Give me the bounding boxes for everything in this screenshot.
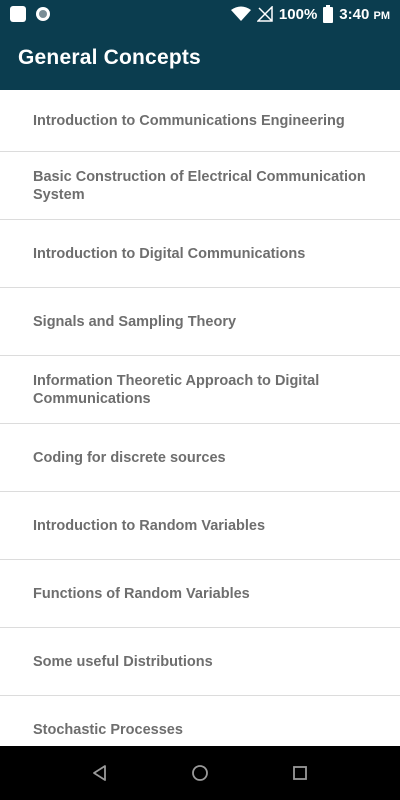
wifi-icon xyxy=(230,6,251,21)
topic-label: Introduction to Digital Communications xyxy=(33,245,306,262)
battery-percent: 100% xyxy=(278,5,318,23)
status-bar: 100% 3:40 PM xyxy=(0,0,400,28)
topic-label: Stochastic Processes xyxy=(33,721,183,738)
app-notification-icon xyxy=(10,6,26,22)
home-icon[interactable] xyxy=(190,763,210,783)
no-signal-icon xyxy=(256,6,273,22)
topic-item[interactable]: Introduction to Communications Engineeri… xyxy=(0,90,400,152)
battery-icon xyxy=(323,5,334,23)
topic-item[interactable]: Functions of Random Variables xyxy=(0,560,400,628)
circle-notification-icon xyxy=(36,7,50,21)
topic-label: Introduction to Communications Engineeri… xyxy=(33,112,345,129)
clock-suffix: PM xyxy=(373,9,391,22)
page-title: General Concepts xyxy=(18,46,201,69)
back-icon[interactable] xyxy=(90,763,110,783)
topic-item[interactable]: Stochastic Processes xyxy=(0,696,400,746)
topic-label: Basic Construction of Electrical Communi… xyxy=(33,168,366,203)
topic-list[interactable]: Introduction to Communications Engineeri… xyxy=(0,90,400,746)
status-left xyxy=(10,5,50,23)
topic-label: Some useful Distributions xyxy=(33,653,213,670)
topic-item[interactable]: Signals and Sampling Theory xyxy=(0,288,400,356)
navigation-bar xyxy=(0,746,400,800)
topic-item[interactable]: Introduction to Random Variables xyxy=(0,492,400,560)
topic-label: Information Theoretic Approach to Digita… xyxy=(33,372,320,407)
topic-label: Coding for discrete sources xyxy=(33,449,226,466)
status-right: 100% 3:40 PM xyxy=(230,4,390,24)
topic-label: Signals and Sampling Theory xyxy=(33,313,237,330)
topic-item[interactable]: Basic Construction of Electrical Communi… xyxy=(0,152,400,220)
recents-icon[interactable] xyxy=(290,763,310,783)
topic-item[interactable]: Some useful Distributions xyxy=(0,628,400,696)
app-bar: General Concepts xyxy=(0,28,400,90)
topic-label: Functions of Random Variables xyxy=(33,585,250,602)
clock-time: 3:40 xyxy=(339,5,370,23)
clock: 3:40 PM xyxy=(339,6,390,23)
topic-item[interactable]: Information Theoretic Approach to Digita… xyxy=(0,356,400,424)
topic-item[interactable]: Coding for discrete sources xyxy=(0,424,400,492)
topic-label: Introduction to Random Variables xyxy=(33,517,266,534)
topic-item[interactable]: Introduction to Digital Communications xyxy=(0,220,400,288)
